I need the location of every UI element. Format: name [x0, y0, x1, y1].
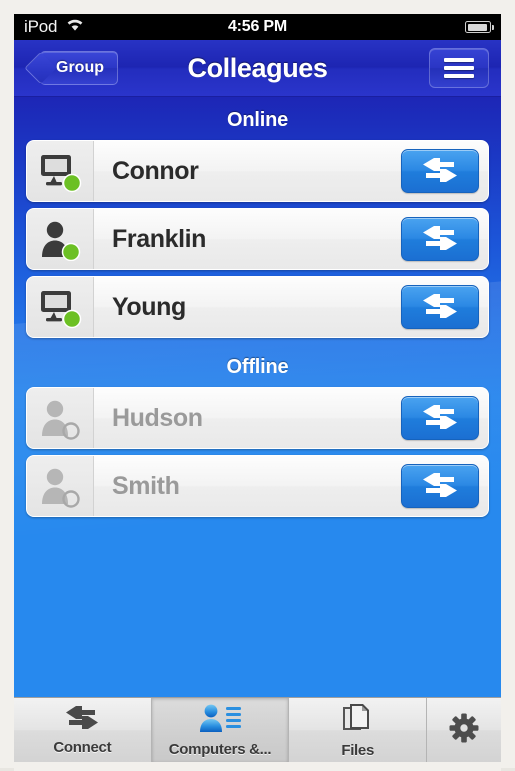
tab-label: Connect — [53, 738, 112, 756]
device-bottom-bezel — [14, 762, 501, 771]
monitor-icon — [38, 287, 82, 329]
gear-icon — [449, 713, 479, 748]
connect-arrows-icon[interactable] — [401, 396, 479, 440]
connect-arrows-icon[interactable] — [401, 149, 479, 193]
contact-name: Hudson — [112, 403, 203, 432]
tab-files[interactable]: Files — [289, 698, 428, 762]
back-button-label: Group — [56, 59, 104, 76]
contacts-content: Online Connor Franklin Young Offline Hudson Sm… — [14, 97, 501, 697]
contact-row[interactable]: Connor — [26, 140, 489, 202]
tab-label: Files — [341, 741, 375, 759]
tab-connect[interactable]: Connect — [14, 698, 152, 762]
contact-name: Franklin — [112, 224, 207, 253]
tab-computers[interactable]: Computers &... — [151, 698, 290, 762]
person-icon — [38, 398, 82, 440]
phone-screen: iPod 4:56 PM Group Colleagues Online Con… — [14, 14, 501, 762]
section-header-offline: Offline — [226, 356, 289, 378]
contact-name: Young — [112, 292, 186, 321]
person-icon — [38, 219, 82, 262]
avatar — [27, 388, 94, 448]
device-frame: iPod 4:56 PM Group Colleagues Online Con… — [0, 0, 515, 771]
files-icon — [341, 702, 375, 739]
contact-list-online: Connor Franklin Young — [26, 140, 489, 338]
navigation-bar: Group Colleagues — [14, 40, 501, 97]
status-bar-clock: 4:56 PM — [227, 18, 288, 35]
contact-name: Smith — [112, 471, 180, 500]
tab-settings[interactable] — [427, 698, 501, 762]
status-bar: iPod 4:56 PM — [14, 14, 501, 40]
battery-fill — [467, 23, 487, 31]
contact-row[interactable]: Hudson — [26, 387, 489, 449]
menu-line — [444, 58, 474, 62]
section-header-online: Online — [226, 109, 289, 131]
menu-line — [444, 74, 474, 78]
connect-arrows-icon[interactable] — [401, 285, 479, 329]
hamburger-menu-icon[interactable] — [429, 48, 489, 88]
status-bar-right — [465, 21, 494, 33]
person-icon — [38, 466, 82, 508]
contact-row[interactable]: Smith — [26, 455, 489, 517]
avatar — [27, 456, 94, 516]
bottom-tab-bar: Connect Computers &... Files — [14, 697, 501, 762]
contact-row[interactable]: Young — [26, 276, 489, 338]
menu-line — [444, 66, 474, 70]
sections-container: Online Connor Franklin Young Offline Hudson Sm… — [14, 97, 501, 517]
tab-label: Computers &... — [168, 740, 272, 758]
contact-name: Connor — [112, 156, 199, 185]
battery-icon — [465, 21, 494, 33]
computers-people-icon — [197, 703, 243, 738]
connect-arrows-icon[interactable] — [401, 464, 479, 508]
connect-arrows-icon[interactable] — [401, 217, 479, 261]
monitor-icon — [38, 151, 82, 193]
contact-row[interactable]: Franklin — [26, 208, 489, 270]
wifi-icon — [65, 17, 85, 37]
carrier-label: iPod — [24, 17, 58, 36]
status-bar-left: iPod — [24, 17, 85, 37]
avatar — [27, 277, 94, 337]
avatar — [27, 209, 94, 269]
contact-list-offline: Hudson Smith — [26, 387, 489, 517]
connect-arrows-icon — [60, 705, 104, 736]
avatar — [27, 141, 94, 201]
back-button-group[interactable]: Group — [40, 51, 118, 85]
